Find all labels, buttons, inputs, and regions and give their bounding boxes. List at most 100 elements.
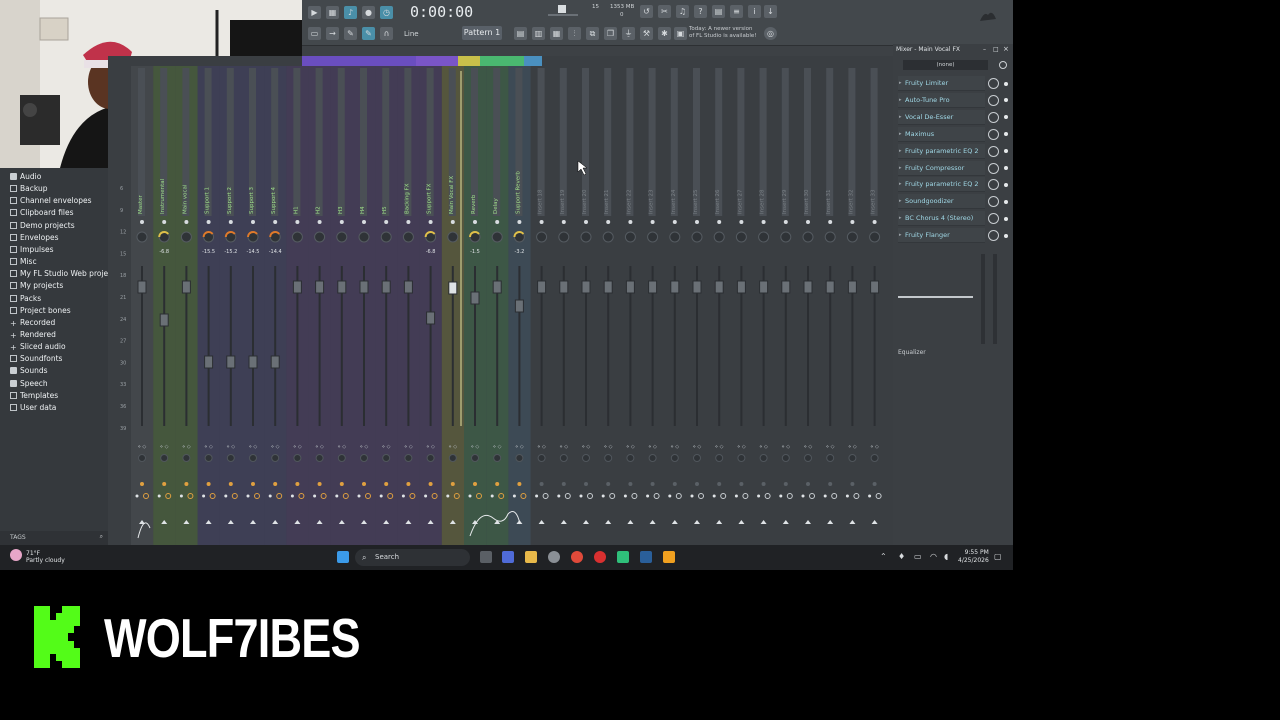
fx-toggle[interactable] xyxy=(517,482,522,486)
slot-enable-toggle[interactable] xyxy=(1004,182,1008,187)
track-name[interactable]: Support FX xyxy=(427,183,433,214)
track-name[interactable]: Insert 32 xyxy=(848,189,854,214)
weather-icon[interactable] xyxy=(10,549,22,561)
volume-fader[interactable] xyxy=(204,355,214,369)
channel-rack-icon[interactable]: ▦ xyxy=(550,27,563,40)
tray-chevron-icon[interactable]: ⌃ xyxy=(880,552,887,561)
minimize-icon[interactable]: – xyxy=(983,46,986,53)
stereo-separator-icon[interactable]: ⋄ ◇ xyxy=(782,444,791,450)
stereo-knob[interactable] xyxy=(493,454,502,462)
stereo-knob[interactable] xyxy=(360,454,368,462)
record-arm-toggle[interactable] xyxy=(875,493,882,499)
fx-toggle[interactable] xyxy=(295,482,300,486)
track-name[interactable]: Insert 18 xyxy=(538,189,544,214)
stereo-knob[interactable] xyxy=(448,454,457,462)
stereo-separator-icon[interactable]: ⋄ ◇ xyxy=(182,444,191,450)
pan-knob[interactable] xyxy=(136,231,148,243)
task-view-icon[interactable] xyxy=(480,551,492,563)
stereo-separator-icon[interactable]: ⋄ ◇ xyxy=(560,444,569,450)
stereo-knob[interactable] xyxy=(138,454,146,462)
track-name[interactable]: Master xyxy=(138,194,144,214)
windows-start-icon[interactable] xyxy=(337,551,349,563)
mute-toggle[interactable] xyxy=(406,220,411,224)
mute-toggle[interactable] xyxy=(672,220,677,224)
slot-enable-toggle[interactable] xyxy=(1004,115,1008,120)
refresh-icon[interactable]: ◎ xyxy=(764,27,777,40)
pan-knob[interactable] xyxy=(558,231,570,243)
cut-icon[interactable]: ✂ xyxy=(658,5,671,18)
settings-icon[interactable] xyxy=(548,551,560,563)
volume-fader[interactable] xyxy=(781,280,791,294)
mute-toggle[interactable] xyxy=(228,220,233,224)
browser-item[interactable]: Impulses xyxy=(10,245,54,257)
record-arm-toggle[interactable] xyxy=(786,493,793,499)
record-arm-toggle[interactable] xyxy=(809,493,815,499)
volume-fader[interactable] xyxy=(448,281,458,295)
update-notice[interactable]: Today: A newer version of FL Studio is a… xyxy=(689,26,759,40)
track-name[interactable]: Insert 29 xyxy=(782,189,788,214)
volume-fader[interactable] xyxy=(714,280,724,294)
browser-item[interactable]: Misc xyxy=(10,257,37,269)
pan-knob[interactable] xyxy=(580,231,592,243)
wrench-icon[interactable]: ✱ xyxy=(658,27,671,40)
slot-enable-toggle[interactable] xyxy=(1004,166,1008,170)
fx-toggle[interactable] xyxy=(739,482,744,486)
browser-toggle-icon[interactable]: ▭ xyxy=(308,27,321,40)
record-arm-toggle[interactable] xyxy=(720,493,727,499)
stereo-separator-icon[interactable]: ⋄ ◇ xyxy=(293,444,302,450)
fx-toggle[interactable] xyxy=(695,482,699,486)
stereo-separator-icon[interactable]: ⋄ ◇ xyxy=(360,444,369,450)
route-arrow-icon[interactable] xyxy=(583,520,589,524)
pattern-mode-icon[interactable]: ▦ xyxy=(326,6,339,19)
plugin-icon[interactable]: ⧉ xyxy=(586,27,599,40)
record-arm-toggle[interactable] xyxy=(542,493,549,499)
effect-slot[interactable]: Auto-Tune Pro xyxy=(898,92,985,108)
piano-roll-icon[interactable]: ▥ xyxy=(532,27,545,40)
browser-item[interactable]: Sounds xyxy=(10,366,48,378)
slot-mix-knob[interactable] xyxy=(988,162,999,174)
volume-fader[interactable] xyxy=(226,355,236,369)
pan-knob[interactable] xyxy=(491,231,503,243)
mute-toggle[interactable] xyxy=(295,220,300,224)
track-name[interactable]: Support 3 xyxy=(249,187,255,214)
mic-icon[interactable]: ♫ xyxy=(676,5,689,18)
track-name[interactable]: Insert 21 xyxy=(604,189,610,214)
master-volume-slider[interactable] xyxy=(548,14,578,16)
browser-item[interactable]: + Rendered xyxy=(10,330,56,342)
stereo-knob[interactable] xyxy=(426,454,435,462)
route-arrow-icon[interactable] xyxy=(738,520,745,524)
stereo-separator-icon[interactable]: ⋄ ◇ xyxy=(204,444,213,450)
track-name[interactable]: Insert 26 xyxy=(715,189,721,214)
stereo-knob[interactable] xyxy=(337,454,346,462)
route-arrow-icon[interactable] xyxy=(782,520,789,524)
metronome-icon[interactable]: ◷ xyxy=(380,6,393,19)
mute-toggle[interactable] xyxy=(473,220,477,224)
mute-toggle[interactable] xyxy=(606,220,611,224)
stereo-separator-icon[interactable]: ⋄ ◇ xyxy=(249,444,258,450)
stereo-separator-icon[interactable]: ⋄ ◇ xyxy=(338,444,347,450)
pan-knob[interactable] xyxy=(402,231,414,243)
track-name[interactable]: Delay xyxy=(493,197,499,214)
record-arm-toggle[interactable] xyxy=(698,493,704,499)
stereo-knob[interactable] xyxy=(582,454,590,462)
stereo-separator-icon[interactable]: ⋄ ◇ xyxy=(138,444,147,450)
fx-toggle[interactable] xyxy=(672,482,677,486)
stereo-knob[interactable] xyxy=(626,454,635,462)
stereo-knob[interactable] xyxy=(781,454,790,462)
store-icon[interactable] xyxy=(502,551,514,563)
mute-toggle[interactable] xyxy=(806,220,810,224)
plug-icon[interactable]: ⏚ xyxy=(622,27,635,40)
route-arrow-icon[interactable] xyxy=(827,520,834,524)
stereo-knob[interactable] xyxy=(670,454,679,462)
mute-toggle[interactable] xyxy=(850,220,855,224)
stereo-separator-icon[interactable]: ⋄ ◇ xyxy=(315,444,324,450)
stop-icon[interactable] xyxy=(558,5,566,13)
snap-selector[interactable]: Line xyxy=(404,30,419,38)
pan-knob[interactable] xyxy=(735,231,747,243)
browser-item[interactable]: Audio xyxy=(10,172,41,184)
track-name[interactable]: Support 2 xyxy=(227,187,233,214)
input-knob-icon[interactable] xyxy=(999,61,1007,69)
volume-fader[interactable] xyxy=(315,280,325,294)
browser-item[interactable]: + Sliced audio xyxy=(10,342,66,354)
chrome-icon[interactable] xyxy=(571,551,583,563)
